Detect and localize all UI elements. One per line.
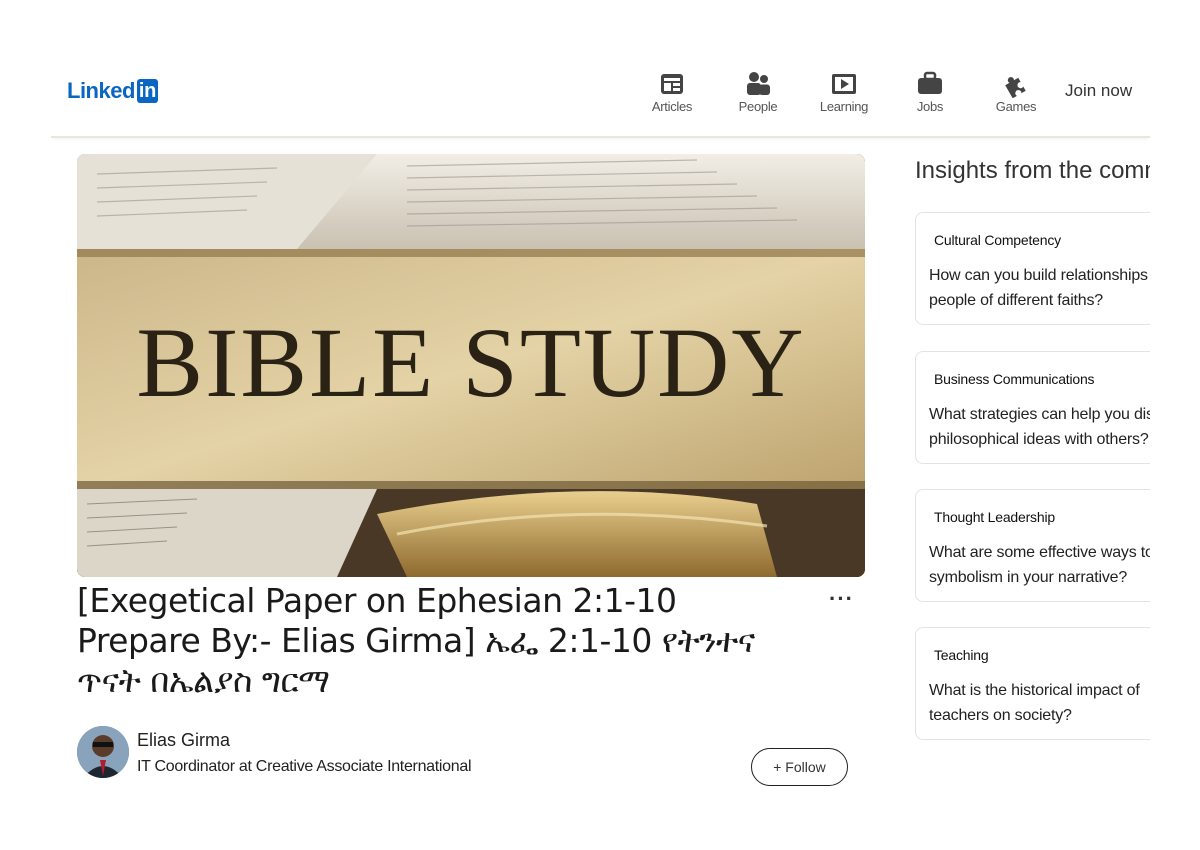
- author-name[interactable]: Elias Girma: [137, 730, 230, 751]
- more-options-icon[interactable]: ···: [829, 586, 854, 612]
- insight-category: Teaching: [934, 647, 989, 663]
- insight-card[interactable]: Business Communications What strategies …: [915, 351, 1150, 464]
- insight-question: What strategies can help you discuss phi…: [929, 406, 1150, 448]
- insight-question: What are some effective ways to use symb…: [929, 544, 1150, 586]
- insight-question: What is the historical impact of teacher…: [929, 682, 1140, 724]
- nav-learning[interactable]: Learning: [801, 70, 887, 114]
- join-now-link[interactable]: Join now: [1065, 81, 1132, 101]
- nav-games[interactable]: Games: [973, 70, 1059, 114]
- logo-wordmark: Linked: [67, 78, 135, 103]
- hero-text: BIBLE STUDY: [136, 307, 805, 418]
- article-title: [Exegetical Paper on Ephesian 2:1-10 Pre…: [77, 581, 755, 700]
- nav-articles[interactable]: Articles: [629, 70, 715, 114]
- top-navigation-bar: Linkedin Articles People Learning Jobs: [51, 60, 1150, 138]
- jobs-icon: [916, 70, 944, 98]
- games-icon: [1002, 70, 1030, 98]
- linkedin-logo[interactable]: Linked in: [67, 78, 159, 104]
- article-cover-image: BIBLE STUDY: [77, 154, 865, 577]
- nav-jobs[interactable]: Jobs: [887, 70, 973, 114]
- main-nav: Articles People Learning Jobs Games: [629, 70, 1059, 114]
- nav-jobs-label: Jobs: [916, 99, 944, 114]
- nav-articles-label: Articles: [651, 99, 693, 114]
- nav-games-label: Games: [995, 99, 1037, 114]
- insight-category: Thought Leadership: [934, 509, 1055, 525]
- insight-category: Business Communications: [934, 371, 1095, 387]
- author-headline: IT Coordinator at Creative Associate Int…: [137, 758, 472, 775]
- insight-card[interactable]: Cultural Competency How can you build re…: [915, 212, 1150, 325]
- sidebar-title: Insights from the community: [915, 157, 1150, 184]
- learning-icon: [830, 70, 858, 98]
- insight-card[interactable]: Teaching What is the historical impact o…: [915, 627, 1150, 740]
- nav-people[interactable]: People: [715, 70, 801, 114]
- logo-in-box: in: [136, 79, 159, 103]
- avatar[interactable]: [77, 726, 129, 778]
- articles-icon: [658, 70, 686, 98]
- author-block: Elias Girma IT Coordinator at Creative A…: [77, 724, 867, 786]
- nav-learning-label: Learning: [819, 99, 869, 114]
- nav-people-label: People: [738, 99, 778, 114]
- people-icon: [744, 70, 772, 98]
- insight-card[interactable]: Thought Leadership What are some effecti…: [915, 489, 1150, 602]
- insight-category: Cultural Competency: [934, 232, 1061, 248]
- insight-question: How can you build relationships with peo…: [929, 267, 1150, 309]
- follow-button[interactable]: + Follow: [751, 748, 848, 786]
